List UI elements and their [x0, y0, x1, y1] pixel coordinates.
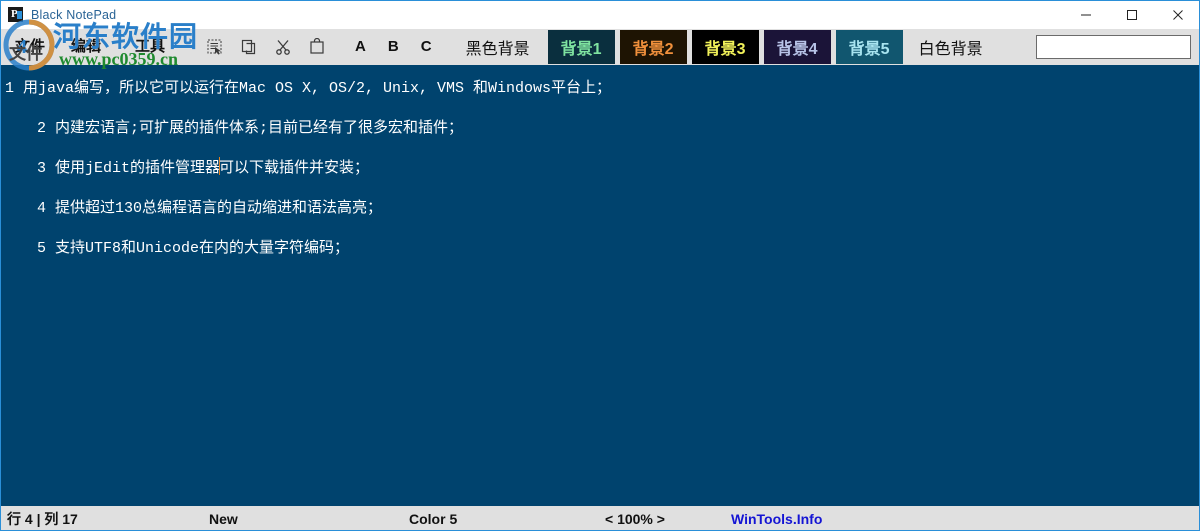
status-bar: 行 4 | 列 17 New Color 5 < 100% > WinTools… — [1, 505, 1199, 530]
background-preset-group: 背景1 背景2 背景3 背景4 背景5 — [547, 30, 903, 64]
maximize-button[interactable] — [1109, 1, 1155, 29]
window-controls — [1063, 1, 1199, 29]
editor-line-text: 可以下载插件并安装； — [219, 160, 370, 177]
search-field-wrapper — [1036, 35, 1191, 59]
status-cursor-position: 行 4 | 列 17 — [7, 511, 78, 527]
status-color-scheme: Color 5 — [409, 511, 458, 527]
editor-line-text: 4 提供超过130总编程语言的自动缩进和语法高亮； — [37, 200, 383, 217]
search-input[interactable] — [1036, 35, 1191, 59]
paste-icon[interactable] — [307, 37, 327, 57]
editor-line-text: 3 使用jEdit的插件管理器 — [37, 160, 221, 177]
black-background-button[interactable]: 黑色背景 — [466, 35, 530, 59]
menu-item-tools[interactable]: 工具 — [129, 29, 171, 65]
menu-item-edit[interactable]: 编辑 — [65, 29, 107, 65]
font-button-a[interactable]: A — [355, 37, 366, 57]
editor-line-text: 5 支持UTF8和Unicode在内的大量字符编码； — [37, 240, 350, 257]
toolbar-icon-group — [205, 37, 327, 57]
font-button-b[interactable]: B — [388, 37, 399, 57]
cut-icon[interactable] — [273, 37, 293, 57]
font-button-c[interactable]: C — [421, 37, 432, 57]
copy-icon[interactable] — [239, 37, 259, 57]
editor-line: 3 使用jEdit的插件管理器可以下载插件并安装； — [1, 149, 1199, 189]
editor-line: 5 支持UTF8和Unicode在内的大量字符编码； — [1, 229, 1199, 269]
editor-line-text: 1 用java编写，所以它可以运行在Mac OS X, OS/2, Unix, … — [5, 80, 612, 97]
application-window: P Black NotePad 文件 编辑 工具 A B C 黑色背景 背景1 … — [0, 0, 1200, 531]
background-preset-3[interactable]: 背景3 — [691, 30, 759, 64]
background-preset-2[interactable]: 背景2 — [619, 30, 687, 64]
editor-line: 4 提供超过130总编程语言的自动缩进和语法高亮； — [1, 189, 1199, 229]
toolbar: 文件 编辑 工具 A B C 黑色背景 背景1 背景2 背景3 背景4 背景5 … — [1, 29, 1199, 65]
title-bar: P Black NotePad — [1, 1, 1199, 29]
select-all-icon[interactable] — [205, 37, 225, 57]
status-zoom-control[interactable]: < 100% > — [605, 506, 665, 530]
status-filename: New — [209, 511, 238, 527]
background-preset-4[interactable]: 背景4 — [763, 30, 831, 64]
white-background-button[interactable]: 白色背景 — [919, 35, 983, 59]
notepad-icon: P — [8, 7, 24, 23]
editor-line: 1 用java编写，所以它可以运行在Mac OS X, OS/2, Unix, … — [1, 69, 1199, 109]
menu-item-file[interactable]: 文件 — [9, 29, 51, 65]
editor-lines: 1 用java编写，所以它可以运行在Mac OS X, OS/2, Unix, … — [1, 65, 1199, 269]
background-preset-5[interactable]: 背景5 — [835, 30, 903, 64]
status-brand-link[interactable]: WinTools.Info — [731, 506, 822, 530]
text-editor-area[interactable]: 1 用java编写，所以它可以运行在Mac OS X, OS/2, Unix, … — [1, 65, 1199, 505]
close-button[interactable] — [1155, 1, 1199, 29]
editor-line-text: 2 内建宏语言;可扩展的插件体系;目前已经有了很多宏和插件； — [37, 120, 464, 137]
window-title: Black NotePad — [31, 8, 117, 22]
minimize-button[interactable] — [1063, 1, 1109, 29]
background-preset-1[interactable]: 背景1 — [547, 30, 615, 64]
editor-line: 2 内建宏语言;可扩展的插件体系;目前已经有了很多宏和插件； — [1, 109, 1199, 149]
font-style-group: A B C — [355, 37, 432, 57]
